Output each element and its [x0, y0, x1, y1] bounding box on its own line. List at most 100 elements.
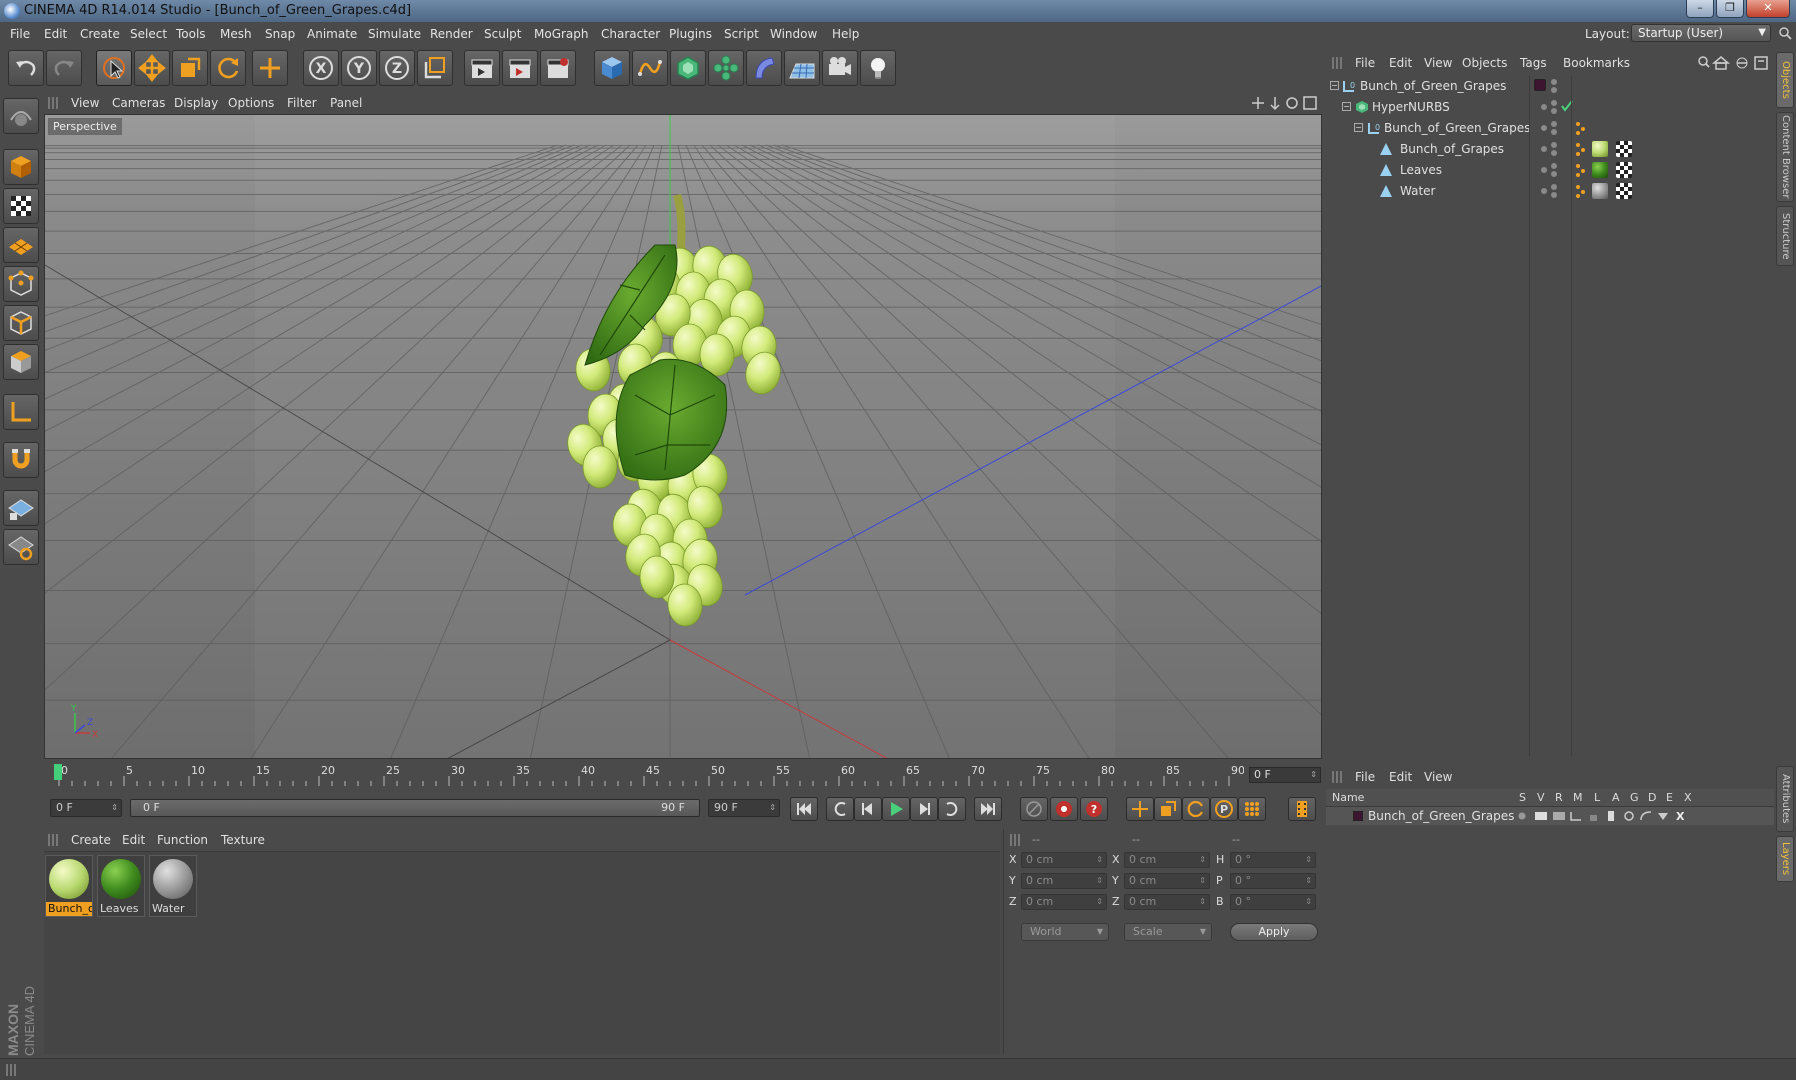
- menu-plugins[interactable]: Plugins: [669, 27, 712, 41]
- material-swatch-leaves[interactable]: Leaves: [97, 855, 145, 917]
- spinner-icon[interactable]: ⇕: [111, 800, 118, 816]
- editor-visibility-dot-icon[interactable]: [1551, 79, 1557, 85]
- editor-visibility-dot-icon[interactable]: [1551, 163, 1557, 169]
- size-y-field[interactable]: 0 cm ⇕: [1124, 873, 1210, 889]
- object-row[interactable]: Water: [1326, 181, 1774, 202]
- spinner-icon[interactable]: ⇕: [1305, 874, 1312, 888]
- om-menu-view[interactable]: View: [1424, 56, 1452, 70]
- size-x-field[interactable]: 0 cm ⇕: [1124, 852, 1210, 868]
- render-to-picture-viewer-button[interactable]: [502, 50, 538, 86]
- render-visibility-dot-icon[interactable]: [1551, 129, 1557, 135]
- phong-tag-icon[interactable]: [1574, 141, 1588, 157]
- object-row[interactable]: Leaves: [1326, 160, 1774, 181]
- lm-menu-view[interactable]: View: [1424, 770, 1452, 784]
- search-icon[interactable]: [1778, 26, 1792, 40]
- spinner-icon[interactable]: ⇕: [1096, 853, 1103, 867]
- layout-dropdown[interactable]: Startup (User) ▼: [1631, 24, 1771, 42]
- zoom-view-icon[interactable]: [1270, 97, 1280, 111]
- om-menu-bookmarks[interactable]: Bookmarks: [1563, 56, 1630, 70]
- pos-z-field[interactable]: 0 cm ⇕: [1021, 894, 1107, 910]
- layer-row[interactable]: Bunch_of_Green_Grapes X: [1326, 807, 1774, 825]
- tab-content-browser[interactable]: Content Browser: [1776, 112, 1794, 202]
- object-row[interactable]: − HyperNURBS: [1326, 97, 1774, 118]
- panel-grip[interactable]: [1332, 771, 1342, 783]
- keyframe-selection-button[interactable]: ?: [1080, 797, 1108, 821]
- om-menu-tags[interactable]: Tags: [1520, 56, 1547, 70]
- render-visibility-dot-icon[interactable]: [1551, 171, 1557, 177]
- viewport-menu-filter[interactable]: Filter: [287, 96, 317, 110]
- home-icon[interactable]: [1711, 56, 1731, 70]
- x-axis-lock-button[interactable]: X: [303, 50, 339, 86]
- apply-button[interactable]: Apply: [1230, 923, 1318, 941]
- menu-animate[interactable]: Animate: [307, 27, 357, 41]
- editor-visibility-dot-icon[interactable]: [1551, 121, 1557, 127]
- minimize-button[interactable]: –: [1686, 0, 1714, 18]
- rot-b-field[interactable]: 0 ° ⇕: [1230, 894, 1316, 910]
- workplane-mode-button[interactable]: [3, 227, 39, 263]
- layer-toggles[interactable]: X: [1516, 809, 1696, 823]
- spinner-icon[interactable]: ⇕: [1096, 874, 1103, 888]
- material-menu-edit[interactable]: Edit: [122, 833, 145, 847]
- close-button[interactable]: ✕: [1746, 0, 1790, 18]
- viewport-menu-options[interactable]: Options: [228, 96, 274, 110]
- redo-button[interactable]: [46, 50, 82, 86]
- min-frame-field[interactable]: 0 F ⇕: [50, 799, 122, 817]
- record-keys-button[interactable]: [1020, 797, 1048, 821]
- phong-tag-icon[interactable]: [1574, 120, 1588, 136]
- material-tag-icon[interactable]: [1592, 141, 1608, 157]
- edges-mode-button[interactable]: [3, 305, 39, 341]
- spinner-icon[interactable]: ⇕: [1096, 895, 1103, 909]
- collapse-toggle-icon[interactable]: −: [1330, 81, 1339, 90]
- coordinate-system-button[interactable]: [417, 50, 453, 86]
- visibility-dot-icon[interactable]: [1541, 188, 1547, 194]
- menu-edit[interactable]: Edit: [44, 27, 67, 41]
- editor-visibility-dot-icon[interactable]: [1551, 184, 1557, 190]
- orbit-view-icon[interactable]: [1286, 97, 1298, 109]
- spinner-icon[interactable]: ⇕: [1305, 895, 1312, 909]
- render-visibility-dot-icon[interactable]: [1551, 87, 1557, 93]
- deformers-toggle-icon[interactable]: [1640, 811, 1652, 821]
- pan-view-icon[interactable]: [1252, 97, 1264, 109]
- coordinate-space-dropdown[interactable]: World ▼: [1021, 923, 1109, 941]
- size-z-field[interactable]: 0 cm ⇕: [1124, 894, 1210, 910]
- polygons-mode-button[interactable]: [3, 344, 39, 380]
- tab-objects[interactable]: Objects: [1776, 52, 1794, 108]
- panel-grip[interactable]: [48, 834, 58, 846]
- preview-range-slider[interactable]: 0 F 90 F: [130, 799, 700, 817]
- spinner-icon[interactable]: ⇕: [1310, 768, 1317, 782]
- add-light-button[interactable]: [860, 50, 896, 86]
- material-menu-texture[interactable]: Texture: [221, 833, 265, 847]
- tab-structure[interactable]: Structure: [1776, 206, 1794, 266]
- planar-workplane-button[interactable]: [3, 529, 39, 565]
- timeline-window-button[interactable]: [1288, 797, 1316, 821]
- undo-button[interactable]: [8, 50, 44, 86]
- menu-help[interactable]: Help: [832, 27, 859, 41]
- snapping-button[interactable]: [3, 442, 39, 478]
- menu-tools[interactable]: Tools: [176, 27, 206, 41]
- menu-file[interactable]: File: [10, 27, 30, 41]
- perspective-viewport[interactable]: Y X Z Perspective: [44, 114, 1322, 759]
- material-swatch-grapes[interactable]: Bunch_o: [45, 855, 93, 917]
- record-parameter-button[interactable]: P: [1210, 797, 1238, 821]
- maximize-view-icon[interactable]: [1303, 96, 1317, 110]
- new-window-icon[interactable]: [1754, 56, 1768, 70]
- visibility-dot-icon[interactable]: [1541, 146, 1547, 152]
- go-to-start-button[interactable]: [790, 797, 818, 821]
- render-settings-button[interactable]: [540, 50, 576, 86]
- menu-character[interactable]: Character: [601, 27, 660, 41]
- move-tool-button[interactable]: [134, 50, 170, 86]
- viewport-menu-view[interactable]: View: [71, 96, 99, 110]
- panel-grip[interactable]: [1332, 57, 1342, 69]
- previous-key-button[interactable]: [826, 797, 854, 821]
- panel-grip[interactable]: [6, 1064, 16, 1076]
- add-array-button[interactable]: [708, 50, 744, 86]
- menu-mograph[interactable]: MoGraph: [534, 27, 589, 41]
- visibility-dot-icon[interactable]: [1541, 167, 1547, 173]
- animation-toggle-icon[interactable]: [1608, 811, 1614, 821]
- playhead[interactable]: [54, 764, 62, 780]
- spinner-icon[interactable]: ⇕: [1305, 853, 1312, 867]
- max-frame-field[interactable]: 90 F ⇕: [708, 799, 780, 817]
- view-toggle-icon[interactable]: [1535, 812, 1547, 820]
- render-visibility-dot-icon[interactable]: [1551, 150, 1557, 156]
- material-tag-icon[interactable]: [1592, 183, 1608, 199]
